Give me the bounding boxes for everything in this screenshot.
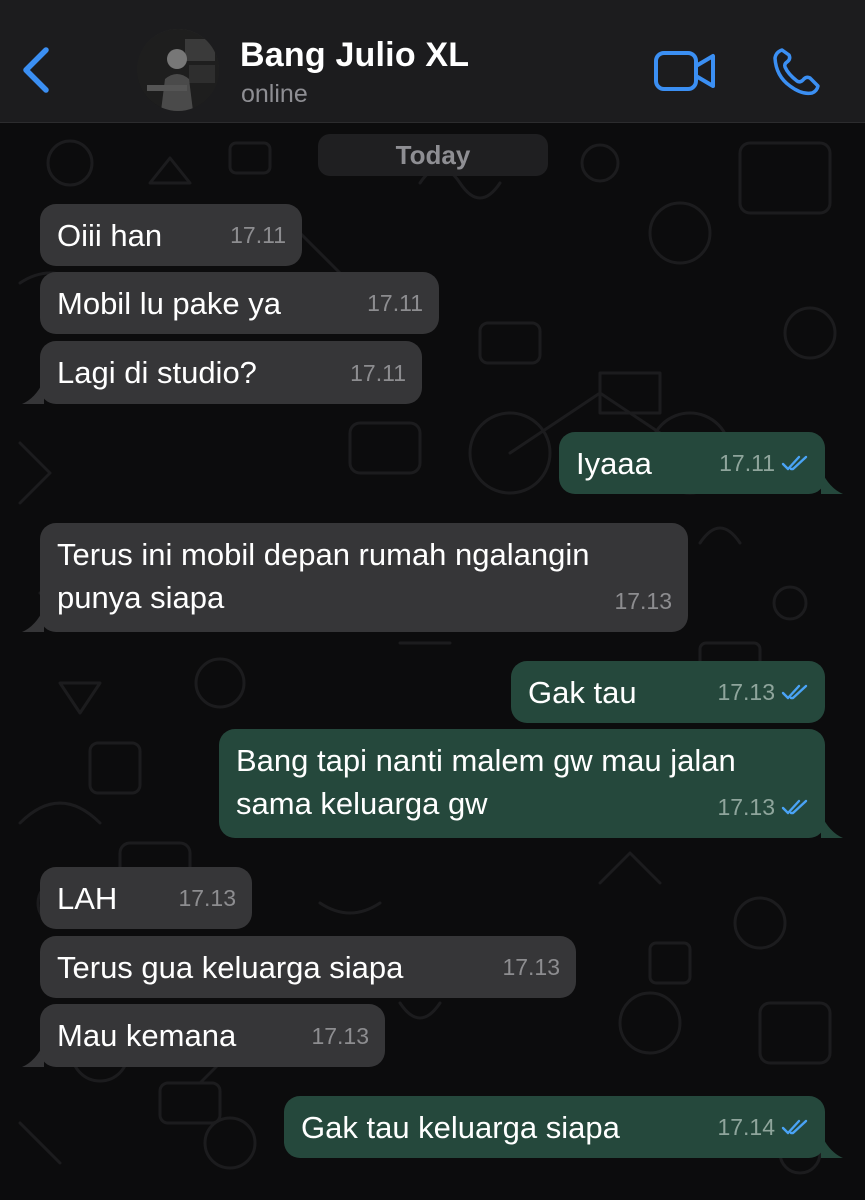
message-time: 17.13 [614,588,672,614]
message-text: Iyaaa [576,446,652,481]
outgoing-message[interactable]: Gak tau keluarga siapa 17.14 [284,1096,825,1158]
message-text: Lagi di studio? [57,355,257,390]
message-time: 17.11 [230,222,286,248]
outgoing-message[interactable]: Gak tau 17.13 [511,661,825,723]
incoming-message[interactable]: Terus gua keluarga siapa 17.13 [40,936,576,998]
message-time: 17.13 [311,1023,369,1049]
read-receipt-icon [781,1119,808,1135]
avatar[interactable] [137,29,219,111]
message-time: 17.13 [717,794,775,820]
outgoing-message[interactable]: Iyaaa 17.11 [559,432,825,494]
message-text-line: Terus ini mobil depan rumah ngalangin [57,537,590,572]
message-time: 17.13 [178,885,236,911]
phone-icon [773,48,820,96]
message-text-line: Bang tapi nanti malem gw mau jalan [236,743,736,778]
date-separator: Today [318,134,548,176]
video-call-button[interactable] [652,48,718,94]
incoming-message[interactable]: Terus ini mobil depan rumah ngalangin pu… [40,523,688,632]
message-text: Terus gua keluarga siapa [57,950,404,985]
incoming-message[interactable]: Oiii han 17.11 [40,204,302,266]
incoming-message[interactable]: Mobil lu pake ya 17.11 [40,272,439,334]
voice-call-button[interactable] [770,46,822,98]
message-text: Mau kemana [57,1018,237,1053]
contact-status: online [241,80,308,108]
message-time: 17.11 [367,290,423,316]
message-time: 17.14 [717,1114,775,1140]
message-text: Gak tau keluarga siapa [301,1110,620,1145]
video-camera-icon [654,51,715,91]
chat-header: Bang Julio XL online [0,0,865,123]
message-time: 17.11 [719,450,775,476]
message-time: 17.11 [350,360,406,386]
message-text: Gak tau [528,675,637,710]
incoming-message[interactable]: LAH 17.13 [40,867,252,929]
outgoing-message[interactable]: Bang tapi nanti malem gw mau jalan sama … [219,729,825,838]
message-text: Mobil lu pake ya [57,286,282,321]
incoming-message[interactable]: Mau kemana 17.13 [40,1004,385,1067]
incoming-message[interactable]: Lagi di studio? 17.11 [40,341,422,404]
avatar-photo [137,29,219,111]
message-text-line: punya siapa [57,580,225,615]
message-time: 17.13 [717,679,775,705]
message-text: LAH [57,881,118,916]
message-time: 17.13 [502,954,560,980]
chevron-left-icon [23,47,49,93]
read-receipt-icon [781,684,808,700]
message-text: Oiii han [57,218,163,253]
read-receipt-icon [781,799,808,815]
read-receipt-icon [781,455,808,471]
contact-name[interactable]: Bang Julio XL [240,36,469,75]
back-button[interactable] [14,40,58,100]
